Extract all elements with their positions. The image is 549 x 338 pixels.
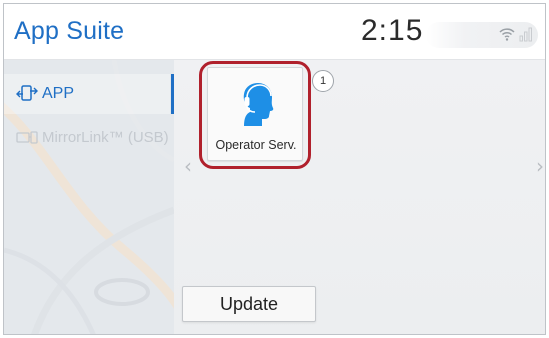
wifi-icon <box>499 28 515 41</box>
mirror-link-icon <box>16 131 38 144</box>
sidebar-item-label: APP <box>42 85 75 102</box>
app-suite-screen: App Suite 2:15 APP MirrorLink™ (USB) Ope… <box>3 3 546 335</box>
update-button[interactable]: Update <box>182 286 316 322</box>
sidebar-item-app[interactable]: APP <box>4 74 174 114</box>
sidebar-item-mirrorlink: MirrorLink™ (USB) <box>4 118 170 158</box>
app-grid: Operator Serv. 1 ‹ › Update <box>174 60 545 334</box>
app-tile-label: Operator Serv. <box>215 138 297 152</box>
next-page-arrow[interactable]: › <box>532 154 545 178</box>
clock: 2:15 <box>361 14 424 47</box>
phone-link-icon <box>16 85 38 101</box>
sidebar-item-label: MirrorLink™ (USB) <box>42 129 169 146</box>
notification-badge: 1 <box>312 70 334 92</box>
signal-icon <box>519 27 532 42</box>
app-tile-operator-service[interactable]: Operator Serv. 1 <box>207 67 334 161</box>
header-bar: App Suite 2:15 <box>4 4 545 60</box>
sidebar: APP MirrorLink™ (USB) <box>4 60 174 334</box>
previous-page-arrow[interactable]: ‹ <box>180 154 196 178</box>
operator-headset-icon <box>243 83 274 126</box>
page-title: App Suite <box>14 17 125 45</box>
